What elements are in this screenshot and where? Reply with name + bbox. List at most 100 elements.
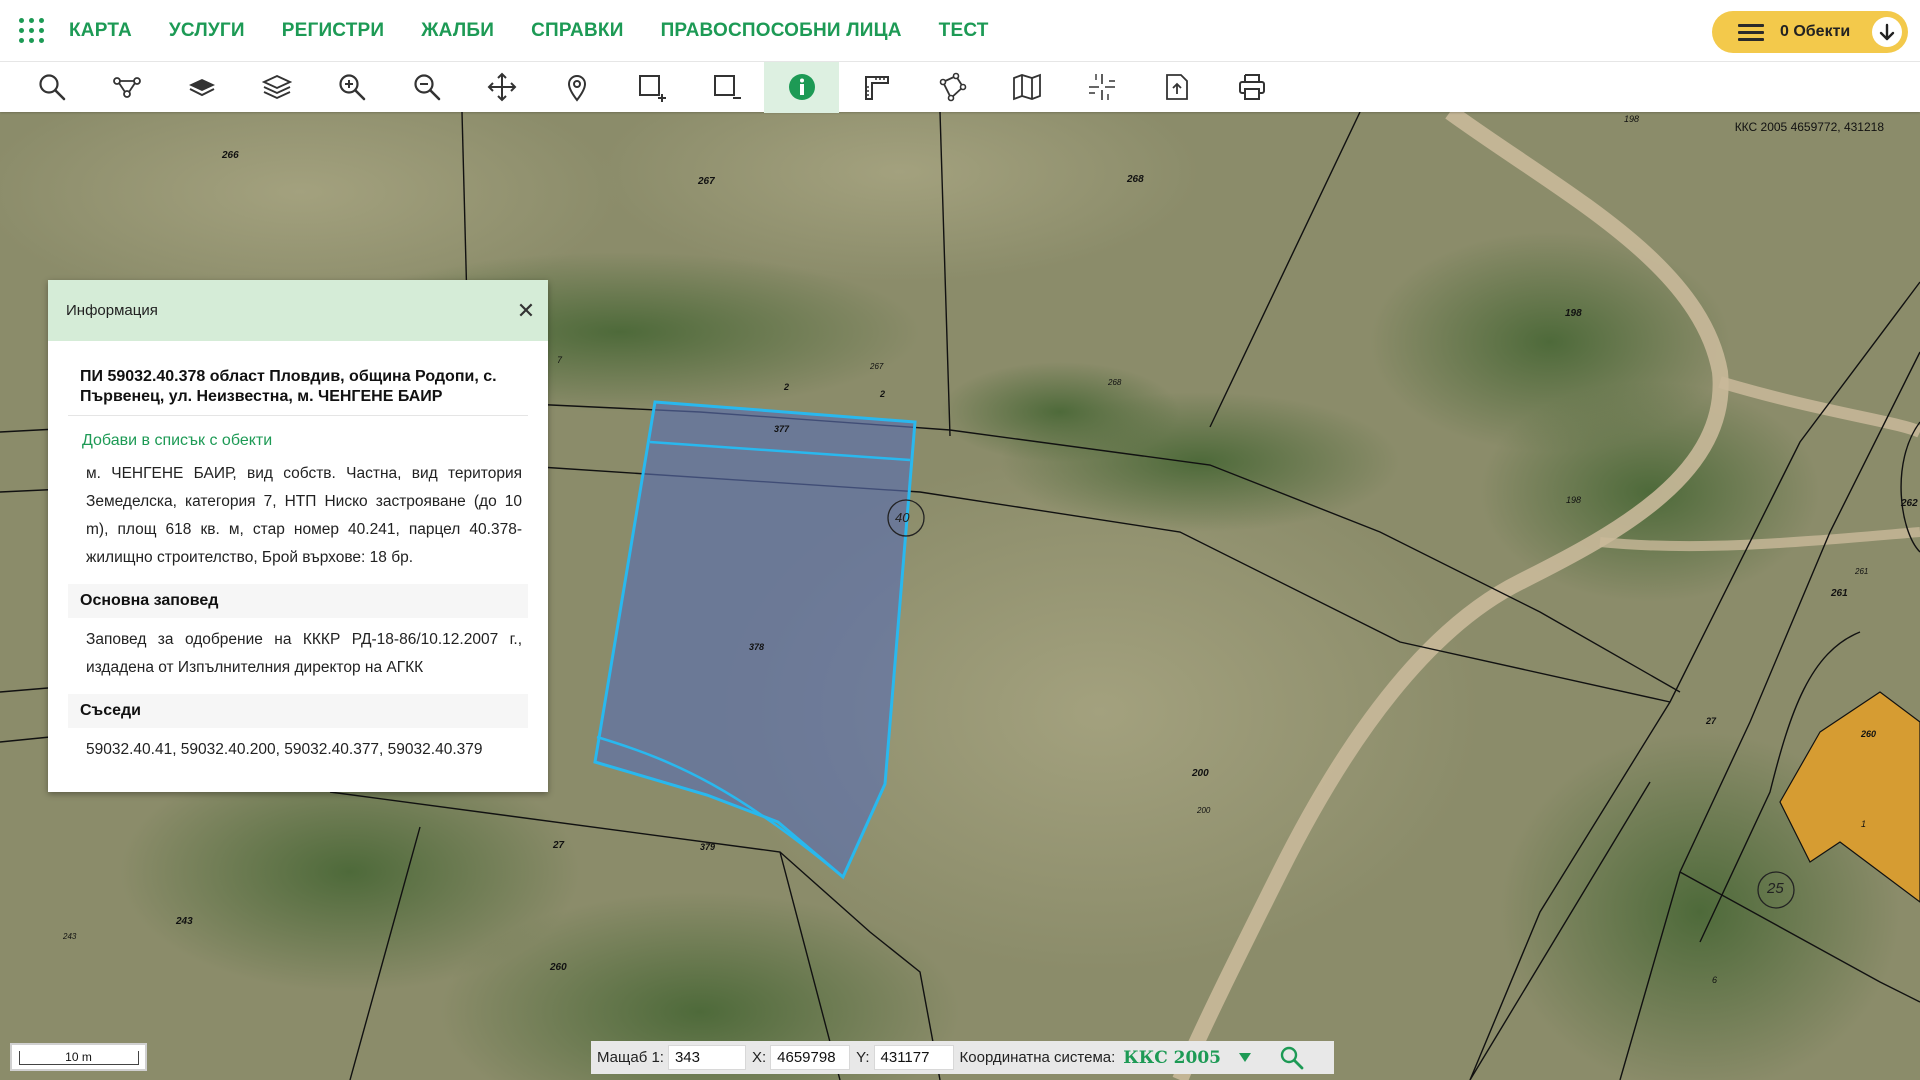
parcel-label: 267 xyxy=(698,176,715,187)
route-tool[interactable] xyxy=(89,62,164,113)
status-bar: Мащаб 1: 343 X: 4659798 Y: 431177 Коорди… xyxy=(591,1041,1334,1074)
scale-label: Мащаб 1: xyxy=(597,1049,664,1066)
location-tool[interactable] xyxy=(539,62,614,113)
parcel-label: 200 xyxy=(1192,768,1209,779)
order-heading: Основна заповед xyxy=(68,584,528,618)
x-label: X: xyxy=(751,1049,767,1066)
neighbors-text: 59032.40.41, 59032.40.200, 59032.40.377,… xyxy=(86,741,483,758)
add-to-objects-link[interactable]: Добави в списък с обекти xyxy=(68,416,528,460)
search-icon xyxy=(38,74,65,101)
pan-tool[interactable] xyxy=(464,62,539,113)
select-rectangle-remove-icon xyxy=(713,75,741,99)
parcel-description: м. ЧЕНГЕНЕ БАИР, вид собств. Частна, вид… xyxy=(86,465,522,566)
location-pin-icon xyxy=(567,75,586,102)
parcel-label: 2 xyxy=(880,389,886,399)
nav-item-pravosposobni-lica[interactable]: ПРАВОСПОСОБНИ ЛИЦА xyxy=(661,20,902,42)
chevron-down-icon[interactable] xyxy=(1238,1053,1251,1062)
coordinate-system-label: Координатна система: xyxy=(959,1049,1116,1066)
pan-icon xyxy=(487,72,516,102)
parcel-label: 267 xyxy=(870,362,884,371)
layer-icon xyxy=(188,79,215,97)
parcel-number-379: 379 xyxy=(700,842,716,852)
objects-button[interactable]: 0 Обекти xyxy=(1712,11,1908,53)
crosshair-tool[interactable] xyxy=(1064,62,1139,113)
order-text: Заповед за одобрение на КККР РД-18-86/10… xyxy=(86,631,522,676)
block-number: 25 xyxy=(1767,880,1784,897)
coordinate-readout: ККС 2005 4659772, 431218 xyxy=(1734,120,1884,134)
nav-item-uslugi[interactable]: УСЛУГИ xyxy=(169,20,245,42)
building-number: 1 xyxy=(1861,819,1867,829)
map-toolbar xyxy=(0,61,1920,113)
scale-input[interactable]: 343 xyxy=(667,1045,746,1070)
apps-grid-icon[interactable] xyxy=(19,17,45,44)
scale-bar-label: 10 m xyxy=(18,1051,139,1065)
zoom-out-icon xyxy=(413,74,440,101)
map-tool[interactable] xyxy=(989,62,1064,113)
y-label: Y: xyxy=(856,1049,870,1066)
measure-tool[interactable] xyxy=(839,62,914,113)
parcel-label: 261 xyxy=(1831,588,1848,599)
parcel-number-377: 377 xyxy=(774,424,790,434)
route-icon xyxy=(112,77,141,98)
parcel-label: 268 xyxy=(1127,174,1144,185)
parcel-title: ПИ 59032.40.378 област Пловдив, община Р… xyxy=(68,341,528,416)
parcel-label: 6 xyxy=(1712,975,1718,985)
select-add-tool[interactable] xyxy=(614,62,689,113)
nav-item-spravki[interactable]: СПРАВКИ xyxy=(531,20,623,42)
x-coordinate-input[interactable]: 4659798 xyxy=(770,1045,851,1070)
top-navigation: КАРТА УСЛУГИ РЕГИСТРИ ЖАЛБИ СПРАВКИ ПРАВ… xyxy=(0,0,1920,61)
parcel-label: 261 xyxy=(1855,567,1869,576)
select-rectangle-add-icon xyxy=(638,75,666,102)
parcel-label: 27 xyxy=(1706,716,1717,726)
search-tool[interactable] xyxy=(14,62,89,113)
search-icon[interactable] xyxy=(1279,1045,1305,1071)
print-tool[interactable] xyxy=(1214,62,1289,113)
export-icon xyxy=(1165,74,1188,100)
neighbors-heading: Съседи xyxy=(68,694,528,728)
info-panel-header: Информация ✕ xyxy=(48,280,548,341)
print-icon xyxy=(1238,74,1265,100)
parcel-label: 268 xyxy=(1108,378,1122,387)
parcel-number-378: 378 xyxy=(749,642,765,652)
y-coordinate-input[interactable]: 431177 xyxy=(873,1045,954,1070)
parcel-label: 198 xyxy=(1565,308,1582,319)
parcel-label: 27 xyxy=(553,840,565,851)
close-icon[interactable]: ✕ xyxy=(514,298,538,324)
polygon-tool[interactable] xyxy=(914,62,989,113)
measure-icon xyxy=(864,76,889,100)
parcel-label: 198 xyxy=(1624,114,1640,124)
objects-count-label: 0 Обекти xyxy=(1780,23,1851,40)
map-icon xyxy=(1012,73,1041,101)
parcel-label: 198 xyxy=(1566,495,1582,505)
zoom-out-tool[interactable] xyxy=(389,62,464,113)
select-remove-tool[interactable] xyxy=(689,62,764,113)
hamburger-icon xyxy=(1738,20,1764,45)
parcel-label: 262 xyxy=(1901,498,1918,509)
block-number: 40 xyxy=(895,510,910,525)
layers-icon xyxy=(261,75,292,99)
parcel-label: 260 xyxy=(550,962,567,973)
parcel-label: 243 xyxy=(176,916,193,927)
scale-bar: 10 m xyxy=(10,1043,147,1071)
parcel-label: 7 xyxy=(557,355,563,365)
info-panel-title: Информация xyxy=(66,302,158,319)
nav-item-registri[interactable]: РЕГИСТРИ xyxy=(282,20,385,42)
layer-tool[interactable] xyxy=(164,62,239,113)
export-tool[interactable] xyxy=(1139,62,1214,113)
parcel-label: 260 xyxy=(1861,729,1877,739)
layers-tool[interactable] xyxy=(239,62,314,113)
coordinate-system-select[interactable]: ККС 2005 xyxy=(1123,1048,1221,1068)
zoom-in-icon xyxy=(338,74,365,101)
parcel-label: 243 xyxy=(63,932,77,941)
zoom-in-tool[interactable] xyxy=(314,62,389,113)
info-tool[interactable] xyxy=(764,61,839,113)
info-icon xyxy=(788,74,815,100)
parcel-label: 200 xyxy=(1197,806,1211,815)
polygon-icon xyxy=(939,72,966,102)
nav-item-test[interactable]: ТЕСТ xyxy=(939,20,989,42)
parcel-label: 266 xyxy=(222,150,239,161)
nav-item-zhalbi[interactable]: ЖАЛБИ xyxy=(421,20,494,42)
nav-item-karta[interactable]: КАРТА xyxy=(69,20,132,42)
parcel-label: 2 xyxy=(784,382,790,392)
arrow-down-icon[interactable] xyxy=(1872,17,1902,47)
